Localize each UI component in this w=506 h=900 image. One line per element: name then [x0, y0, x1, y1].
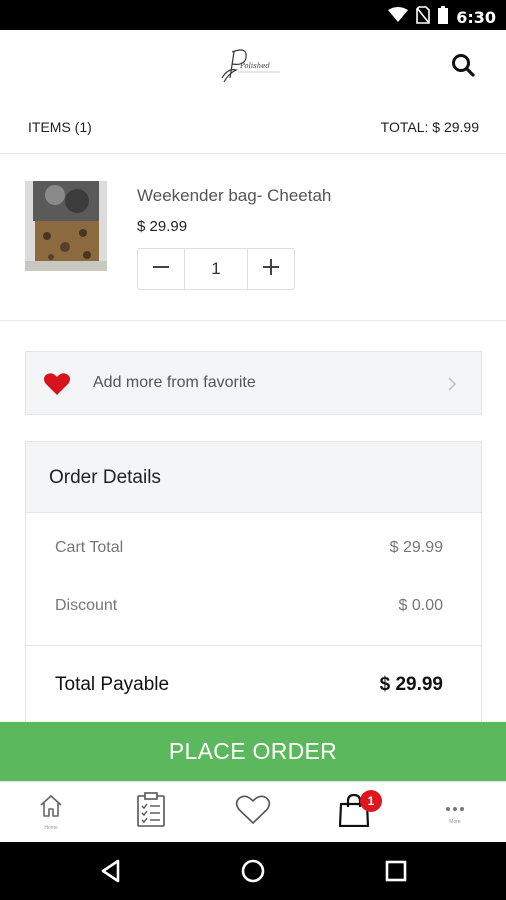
cart-total-label: TOTAL: $ 29.99	[380, 119, 479, 135]
minus-icon	[152, 258, 170, 281]
product-name[interactable]: Weekender bag- Cheetah	[137, 186, 331, 206]
system-back-button[interactable]	[97, 856, 127, 886]
brand-logo[interactable]: Polished	[218, 48, 288, 84]
recents-square-icon	[381, 860, 411, 890]
plus-icon	[262, 258, 280, 281]
back-triangle-icon	[97, 859, 127, 890]
search-icon	[450, 54, 476, 82]
home-circle-icon	[238, 859, 268, 890]
product-image[interactable]	[25, 181, 107, 271]
system-home-button[interactable]	[238, 856, 268, 886]
android-nav-bar	[0, 842, 506, 900]
nav-more[interactable]: More	[405, 782, 505, 842]
home-icon	[38, 794, 64, 823]
items-count: ITEMS (1)	[28, 119, 92, 135]
order-divider	[26, 645, 481, 646]
status-time: 6:30	[456, 8, 496, 27]
increase-quantity-button[interactable]	[248, 249, 294, 289]
no-sim-icon	[416, 6, 431, 29]
place-order-button[interactable]: PLACE ORDER	[0, 722, 506, 781]
quantity-stepper: 1	[137, 248, 295, 290]
cart-total-row-label: Cart Total	[55, 539, 124, 556]
app-header: Polished	[0, 30, 506, 102]
brand-logo-text: Polished	[240, 62, 270, 70]
order-details-card: Order Details Cart Total $ 29.99 Discoun…	[25, 441, 482, 731]
cart-summary-bar: ITEMS (1) TOTAL: $ 29.99	[0, 102, 506, 154]
product-price: $ 29.99	[137, 218, 188, 235]
nav-home-caption: Home	[44, 824, 58, 831]
order-details-title: Order Details	[49, 467, 161, 488]
decrease-quantity-button[interactable]	[138, 249, 184, 289]
status-bar: 6:30	[0, 0, 506, 30]
cart-item: Weekender bag- Cheetah $ 29.99 1	[0, 155, 506, 321]
quantity-value[interactable]: 1	[184, 249, 248, 289]
nav-favorites[interactable]	[203, 782, 303, 842]
nav-cart[interactable]: 1	[304, 782, 404, 842]
cart-total-row-value: $ 29.99	[389, 539, 443, 556]
search-button[interactable]	[450, 52, 478, 80]
nav-home[interactable]: Home	[1, 782, 101, 842]
bottom-nav: Home 1 More	[0, 781, 506, 842]
cart-badge: 1	[360, 790, 382, 812]
discount-row-label: Discount	[55, 597, 118, 614]
chevron-right-icon	[447, 376, 457, 392]
wifi-icon	[388, 7, 409, 28]
nav-orders[interactable]	[101, 782, 201, 842]
system-recents-button[interactable]	[381, 856, 411, 886]
add-from-favorites-row[interactable]: Add more from favorite	[25, 351, 482, 415]
clipboard-icon	[136, 791, 166, 833]
order-details-header: Order Details	[26, 442, 481, 513]
more-dots-icon	[445, 799, 465, 817]
total-payable-label: Total Payable	[55, 674, 170, 695]
heart-icon	[43, 372, 71, 396]
total-payable-value: $ 29.99	[379, 674, 443, 695]
battery-icon	[438, 6, 449, 29]
discount-row-value: $ 0.00	[398, 597, 443, 614]
heart-outline-icon	[235, 795, 271, 830]
add-from-favorites-label: Add more from favorite	[93, 374, 256, 391]
nav-more-caption: More	[449, 819, 461, 825]
